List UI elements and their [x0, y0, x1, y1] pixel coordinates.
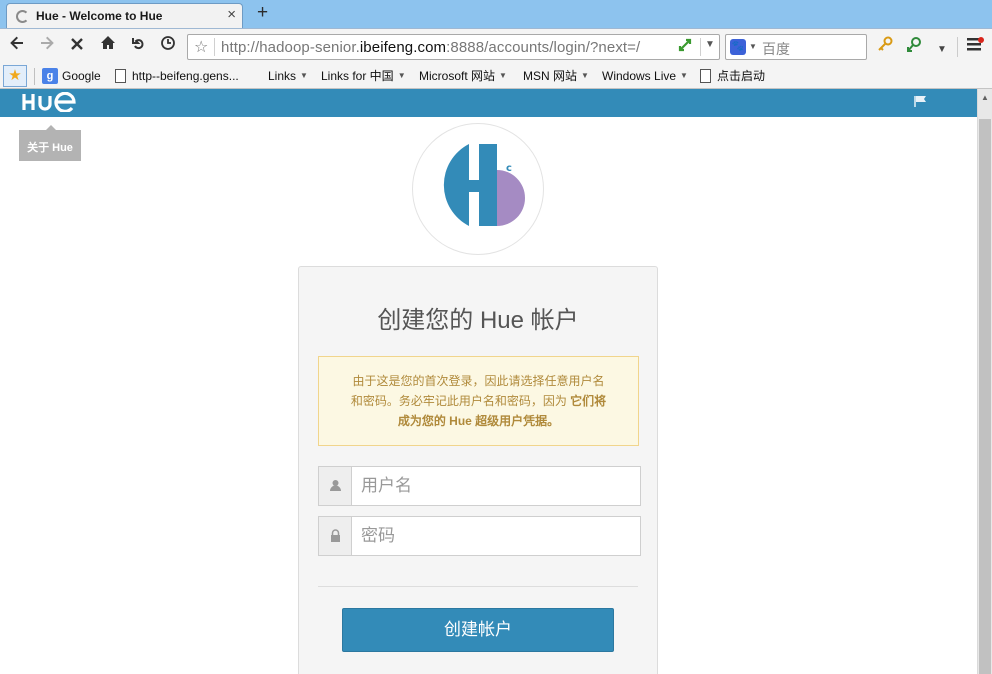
- history-icon[interactable]: [157, 35, 179, 57]
- chevron-down-icon[interactable]: ▼: [749, 42, 757, 51]
- bookmark-google[interactable]: Google: [62, 68, 101, 84]
- svg-text:c: c: [506, 163, 512, 174]
- undo-icon[interactable]: [127, 35, 149, 57]
- lock-icon: [319, 517, 352, 555]
- chevron-down-icon[interactable]: ▼: [937, 40, 947, 60]
- address-bar[interactable]: ☆ http://hadoop-senior.ibeifeng.com:8888…: [187, 34, 720, 60]
- divider: [957, 37, 958, 57]
- compatibility-icon[interactable]: [677, 37, 693, 57]
- google-icon: g: [42, 68, 58, 84]
- bookmark-windows-live[interactable]: Windows Live ▼: [602, 68, 688, 84]
- flag-icon[interactable]: [914, 95, 928, 110]
- bookmark-click-launch[interactable]: 点击启动: [717, 68, 765, 84]
- search-input[interactable]: 百度: [762, 39, 790, 59]
- navigation-toolbar: ☆ http://hadoop-senior.ibeifeng.com:8888…: [0, 28, 992, 64]
- hue-topbar: [0, 89, 977, 117]
- hue-logo[interactable]: [22, 91, 78, 117]
- username-field[interactable]: [318, 466, 641, 506]
- hue-emblem: c: [412, 123, 544, 255]
- divider: [318, 586, 638, 587]
- bookmark-microsoft[interactable]: Microsoft 网站 ▼: [419, 68, 507, 84]
- bookmark-links-china[interactable]: Links for 中国 ▼: [321, 68, 406, 84]
- bookmark-msn[interactable]: MSN 网站 ▼: [523, 68, 589, 84]
- url-text[interactable]: http://hadoop-senior.ibeifeng.com:8888/a…: [221, 39, 640, 56]
- loading-spinner-icon: [16, 10, 29, 23]
- divider: [700, 38, 701, 56]
- forward-arrow-icon[interactable]: [36, 35, 58, 57]
- home-icon[interactable]: [97, 35, 119, 57]
- page-icon: [115, 69, 126, 83]
- username-input[interactable]: [353, 467, 640, 505]
- tooltip-text: 关于 Hue: [27, 142, 73, 154]
- chevron-down-icon[interactable]: ▼: [705, 39, 715, 50]
- stop-icon[interactable]: [66, 35, 88, 57]
- search-box[interactable]: 🐾 ▼ 百度: [725, 34, 867, 60]
- bookmark-star-icon[interactable]: ☆: [194, 37, 208, 57]
- vertical-scrollbar[interactable]: ▲: [977, 89, 992, 674]
- page-icon: [700, 69, 711, 83]
- back-arrow-icon[interactable]: [6, 35, 28, 57]
- bookmark-beifeng[interactable]: http--beifeng.gens...: [132, 68, 239, 84]
- password-input[interactable]: [353, 517, 640, 555]
- bookmarks-bar: ★ g Google http--beifeng.gens... Links ▼ …: [0, 64, 992, 89]
- first-login-notice: 由于这是您的首次登录，因此请选择任意用户名和密码。务必牢记此用户名和密码，因为 …: [318, 356, 639, 446]
- notification-dot-icon: [978, 37, 984, 43]
- scroll-thumb[interactable]: [979, 119, 991, 674]
- tab-strip: Hue - Welcome to Hue × +: [0, 0, 992, 28]
- tab-title: Hue - Welcome to Hue: [36, 9, 163, 23]
- new-tab-button[interactable]: +: [257, 2, 268, 24]
- password-field[interactable]: [318, 516, 641, 556]
- browser-tab[interactable]: Hue - Welcome to Hue ×: [6, 3, 243, 28]
- close-tab-icon[interactable]: ×: [227, 7, 236, 23]
- create-account-card: 创建您的 Hue 帐户 由于这是您的首次登录，因此请选择任意用户名和密码。务必牢…: [298, 266, 658, 674]
- favorites-star-icon[interactable]: ★: [3, 65, 27, 87]
- key-icon[interactable]: [877, 36, 893, 58]
- bookmark-links[interactable]: Links ▼: [268, 68, 308, 84]
- divider: [34, 68, 35, 85]
- hue-page: 关于 Hue c 创建您的 Hue 帐户 由于这是您的首次登录，因此请选择任意用…: [0, 89, 977, 674]
- divider: [214, 38, 215, 56]
- about-hue-tooltip: 关于 Hue: [19, 125, 81, 161]
- user-icon: [319, 467, 352, 505]
- page-title: 创建您的 Hue 帐户: [377, 307, 579, 334]
- baidu-paw-icon[interactable]: 🐾: [730, 39, 746, 55]
- user-sync-icon[interactable]: [906, 36, 924, 60]
- create-account-button[interactable]: 创建帐户: [342, 608, 614, 652]
- scroll-up-arrow-icon[interactable]: ▲: [981, 93, 989, 102]
